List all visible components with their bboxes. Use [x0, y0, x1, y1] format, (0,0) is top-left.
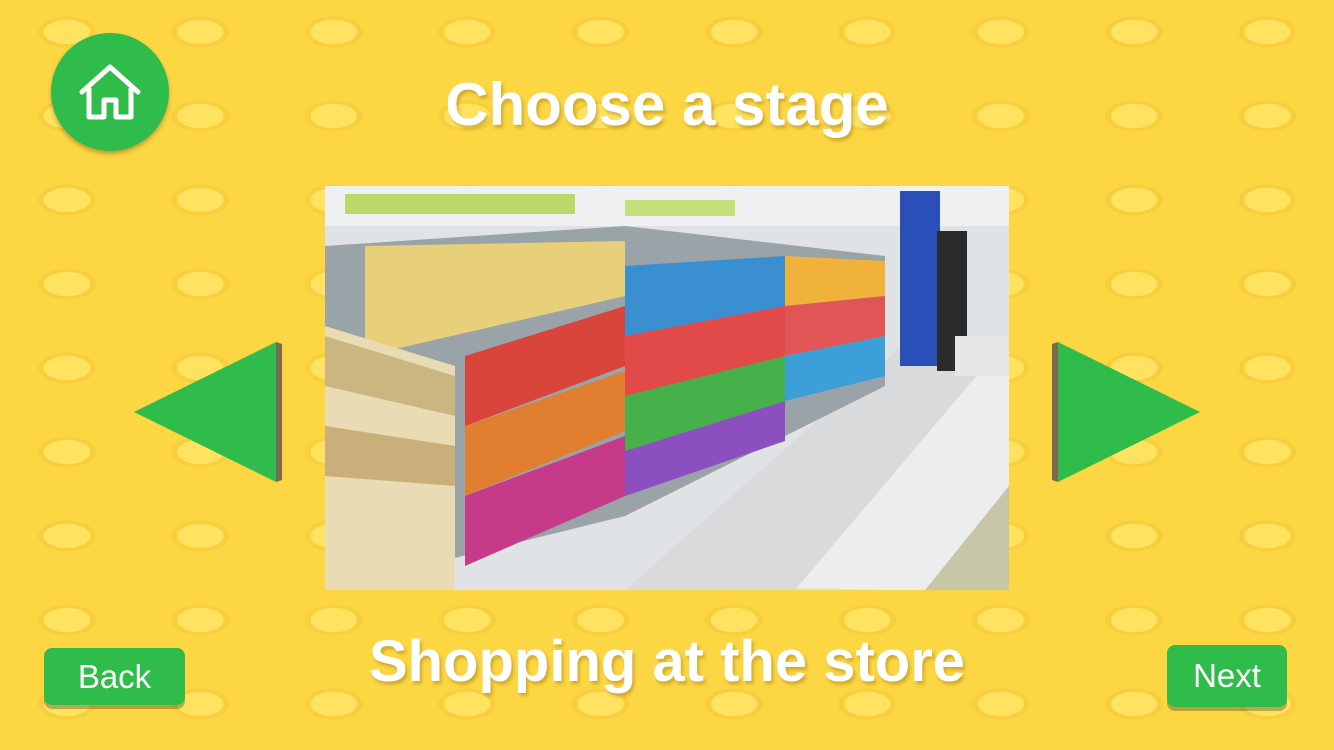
stage-caption: Shopping at the store — [368, 629, 966, 694]
previous-stage-arrow[interactable] — [134, 342, 282, 482]
store-aisle-image — [325, 186, 1009, 590]
stage-picture — [325, 186, 1009, 590]
page-title: Choose a stage — [445, 71, 889, 138]
back-button[interactable]: Back — [44, 648, 185, 705]
next-stage-arrow[interactable] — [1052, 342, 1200, 482]
next-button[interactable]: Next — [1167, 645, 1287, 707]
